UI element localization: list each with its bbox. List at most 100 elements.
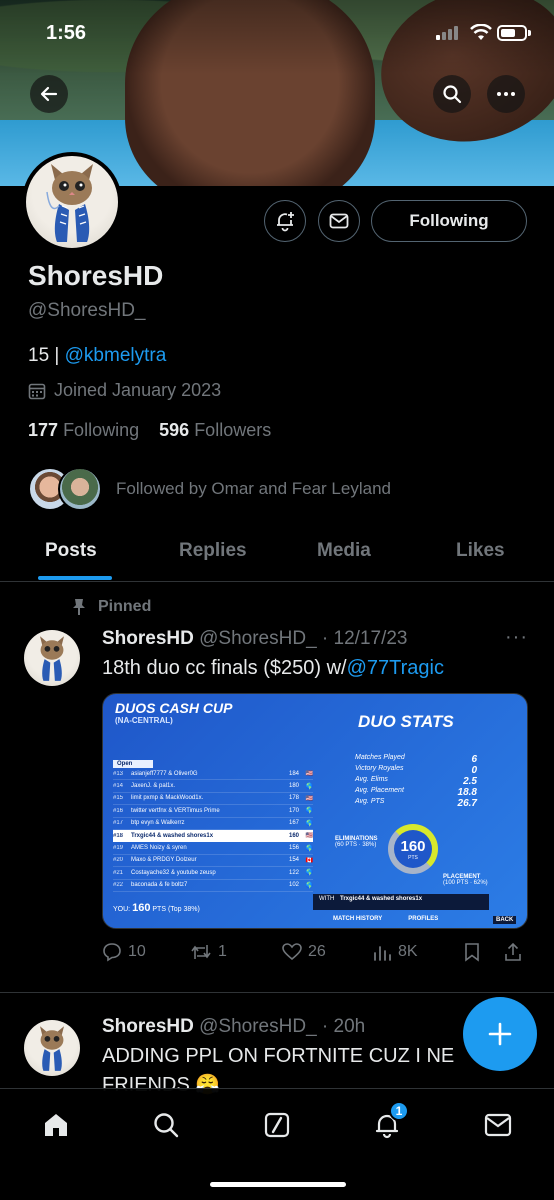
cat-avatar-image <box>40 636 64 681</box>
follower-avatar <box>58 467 102 511</box>
media-region: (NA-CENTRAL) <box>115 716 173 725</box>
grok-slash-icon <box>264 1112 290 1138</box>
profile-name: ShoresHD <box>28 260 164 291</box>
views-button[interactable]: 8K <box>372 942 418 962</box>
tweet-text: 18th duo cc finals ($250) w/@77Tragic <box>102 657 444 679</box>
search-button[interactable] <box>433 75 471 113</box>
cat-avatar-image <box>46 164 93 242</box>
followed-by[interactable]: Followed by Omar and Fear Leyland <box>28 466 391 512</box>
media-stat-row: Avg. Placement 18.8 <box>355 787 477 798</box>
bookmark-icon <box>465 943 479 962</box>
media-placement: PLACEMENT (100 PTS · 62%) <box>443 874 488 886</box>
tweet-author-handle: @ShoresHD_ <box>199 628 317 649</box>
media-elims: ELIMINATIONS (60 PTS · 38%) <box>335 836 378 848</box>
profile-tabs: Posts Replies Media Likes <box>0 530 554 582</box>
wifi-icon <box>470 24 492 40</box>
bookmark-button[interactable] <box>464 942 480 962</box>
bio-text: 15 | <box>28 345 65 366</box>
tweet-media-image[interactable]: DUOS CASH CUP (NA-CENTRAL) Open #13 asian… <box>102 693 528 929</box>
tweet-avatar[interactable] <box>24 1020 80 1076</box>
tab-media[interactable]: Media <box>317 540 371 562</box>
media-with-bar: WITH Trxgic44 & washed shores1x <box>313 894 489 910</box>
followed-by-text: Followed by Omar and Fear Leyland <box>116 479 391 498</box>
media-bottom-links: MATCH HISTORY PROFILES <box>333 916 439 922</box>
media-stat-row: Victory Royales 0 <box>355 765 477 776</box>
more-horizontal-icon <box>497 92 515 96</box>
nav-home[interactable] <box>40 1109 72 1141</box>
tab-posts[interactable]: Posts <box>45 540 97 562</box>
calendar-icon <box>28 383 46 399</box>
home-icon <box>45 1114 67 1136</box>
nav-grok[interactable] <box>261 1109 293 1141</box>
leaderboard-row: #20 Maxo & PRDGY Dolzeur 154 🇨🇦 <box>113 855 313 868</box>
joined-date: Joined January 2023 <box>28 380 221 401</box>
notifications-subscribe-button[interactable] <box>264 200 306 242</box>
reply-icon <box>103 943 121 962</box>
leaderboard-row: #15 limit pxmp & MackWood1x. 178 🇺🇸 <box>113 793 313 806</box>
follow-counts: 177 Following 596 Followers <box>28 420 271 441</box>
tweet-avatar[interactable] <box>24 630 80 686</box>
following-button[interactable]: Following <box>371 200 527 242</box>
leaderboard-row: #21 Costayache32 & youtube zeusp 122 🌎 <box>113 867 313 880</box>
tweet-mention-link[interactable]: @77Tragic <box>347 657 444 679</box>
leaderboard-row: #19 AMES Noizy & syren 156 🌎 <box>113 842 313 855</box>
media-stat-row: Matches Played 6 <box>355 754 477 765</box>
reply-button[interactable]: 10 <box>102 942 146 962</box>
cat-avatar-image <box>40 1026 64 1071</box>
leaderboard-row: #16 twitter vertfnx & VERTimus Prime 170 🌎 <box>113 805 313 818</box>
retweet-icon <box>191 945 211 959</box>
profile-avatar[interactable] <box>22 152 122 252</box>
media-stat-row: Avg. Elims 2.5 <box>355 776 477 787</box>
followers-count-link[interactable]: 596 Followers <box>159 420 271 440</box>
tweet-author-handle: @ShoresHD_ <box>199 1016 317 1037</box>
nav-search[interactable] <box>150 1109 182 1141</box>
compose-fab-button[interactable] <box>463 997 537 1071</box>
bar-chart-icon <box>374 946 391 961</box>
leaderboard-row: #13 asianjeff7777 & Oliver0G 184 🇺🇸 <box>113 768 313 781</box>
search-icon <box>443 85 462 104</box>
tweet-date: · 12/17/23 <box>321 628 408 649</box>
tweet-text: ADDING PPL ON FORTNITE CUZ I NE <box>102 1045 455 1067</box>
plus-icon <box>488 1022 512 1046</box>
status-bar: 1:56 <box>0 18 554 48</box>
leaderboard-table: Open #13 asianjeff7777 & Oliver0G 184 🇺🇸 #14… <box>113 760 313 892</box>
profile-handle: @ShoresHD_ <box>28 300 146 321</box>
tab-likes[interactable]: Likes <box>456 540 505 562</box>
media-stat-row: Avg. PTS 26.7 <box>355 798 477 809</box>
tab-replies[interactable]: Replies <box>179 540 247 562</box>
pin-icon <box>73 599 85 615</box>
media-points-ring: 160 PTS <box>388 824 438 874</box>
share-button[interactable] <box>504 942 522 962</box>
leaderboard-row: #18 Trxgic44 & washed shores1x 160 🇺🇸 <box>113 829 313 843</box>
tweet-author-name[interactable]: ShoresHD <box>102 1016 194 1037</box>
tweet-divider <box>0 992 554 993</box>
back-button[interactable] <box>30 75 68 113</box>
battery-icon <box>497 25 527 41</box>
bell-plus-icon <box>277 212 294 232</box>
message-button[interactable] <box>318 200 360 242</box>
tweet-more-button[interactable]: ··· <box>505 626 528 649</box>
tweet-header: ShoresHD @ShoresHD_ · 12/17/23 <box>102 628 408 650</box>
media-title: DUOS CASH CUP <box>115 700 233 716</box>
leaderboard-row: #17 btp evyn & Walkerrz 167 🌎 <box>113 818 313 830</box>
leaderboard-open-label: Open <box>113 760 153 768</box>
active-tab-indicator <box>38 576 112 580</box>
media-stats-title: DUO STATS <box>358 712 454 731</box>
nav-notifications[interactable]: 1 <box>371 1101 409 1141</box>
envelope-icon <box>484 1113 512 1137</box>
nav-messages[interactable] <box>482 1109 514 1141</box>
bio-mention-link[interactable]: @kbmelytra <box>65 345 167 366</box>
tweet-actions: 10 1 26 8K <box>102 940 528 968</box>
pinned-label: Pinned <box>98 598 152 615</box>
heart-icon <box>282 943 302 961</box>
following-count-link[interactable]: 177 Following <box>28 420 139 440</box>
more-options-button[interactable] <box>487 75 525 113</box>
leaderboard-row: #14 JaxenJ. & pal1x. 180 🌎 <box>113 780 313 793</box>
leaderboard-row: #22 baconada & fe boltz7 102 🌎 <box>113 880 313 892</box>
cellular-signal-icon <box>436 26 458 40</box>
like-button[interactable]: 26 <box>282 942 326 962</box>
retweet-button[interactable]: 1 <box>190 942 227 962</box>
status-time: 1:56 <box>46 22 87 44</box>
media-you-score: YOU: 160 PTS (Top 38%) <box>113 902 200 914</box>
tweet-author-name[interactable]: ShoresHD <box>102 628 194 649</box>
